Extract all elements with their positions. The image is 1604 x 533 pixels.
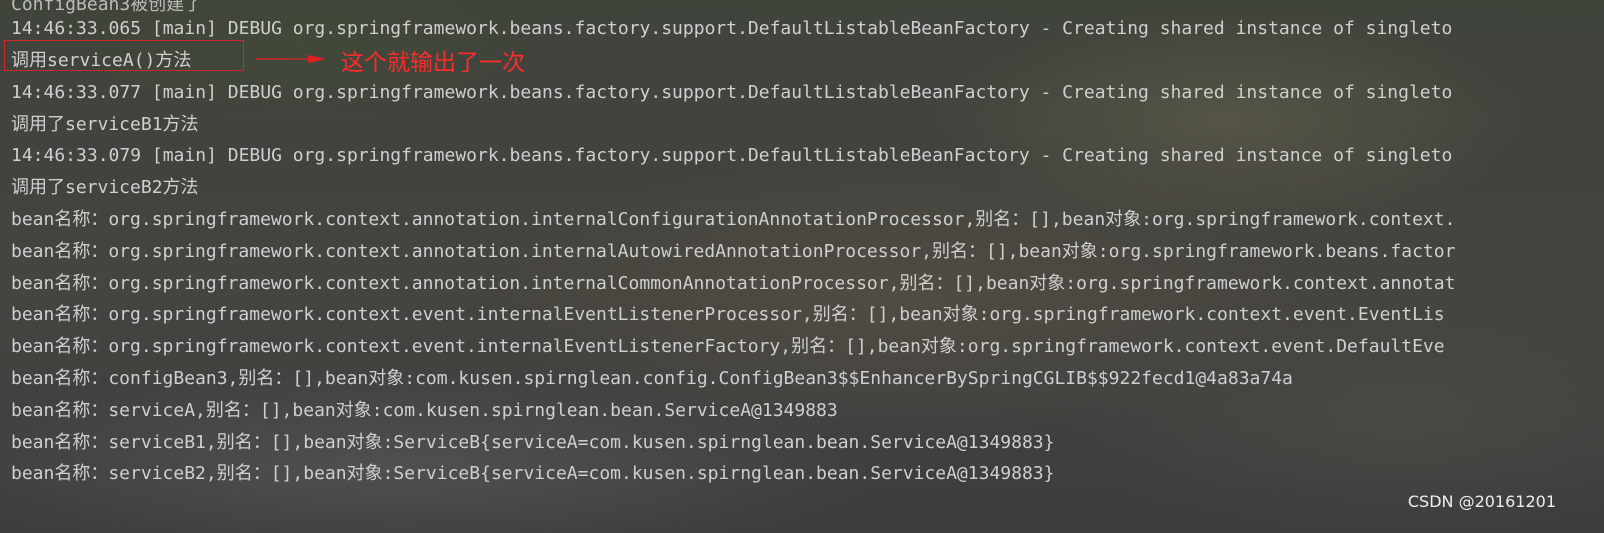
annotation-text: 这个就输出了一次 xyxy=(341,50,525,76)
console-line: bean名称：org.springframework.context.annot… xyxy=(11,209,1456,230)
console-line: 14:46:33.065 [main] DEBUG org.springfram… xyxy=(11,18,1453,39)
console-line: bean名称：org.springframework.context.event… xyxy=(11,336,1445,357)
arrow-right-icon xyxy=(256,55,326,63)
watermark: CSDN @20161201 xyxy=(1407,492,1556,511)
console-line: 14:46:33.077 [main] DEBUG org.springfram… xyxy=(11,82,1453,103)
console-line: bean名称：serviceB1,别名：[],bean对象:ServiceB{s… xyxy=(11,432,1055,453)
console-line: bean名称：org.springframework.context.annot… xyxy=(11,273,1456,294)
console-line: 14:46:33.079 [main] DEBUG org.springfram… xyxy=(11,145,1453,166)
console-line: 调用了serviceB2方法 xyxy=(11,177,199,198)
console-line: bean名称：serviceA,别名：[],bean对象:com.kusen.s… xyxy=(11,400,838,421)
console-output[interactable]: ConfigBean3被创建了 14:46:33.065 [main] DEBU… xyxy=(0,0,1604,533)
console-line: bean名称：org.springframework.context.event… xyxy=(11,304,1445,325)
console-line: 调用了serviceB1方法 xyxy=(11,114,199,135)
console-line: bean名称：configBean3,别名：[],bean对象:com.kuse… xyxy=(11,368,1293,389)
highlight-box xyxy=(4,40,244,71)
console-line: ConfigBean3被创建了 xyxy=(11,0,203,15)
console-line: bean名称：org.springframework.context.annot… xyxy=(11,241,1456,262)
console-line: bean名称：serviceB2,别名：[],bean对象:ServiceB{s… xyxy=(11,463,1055,484)
